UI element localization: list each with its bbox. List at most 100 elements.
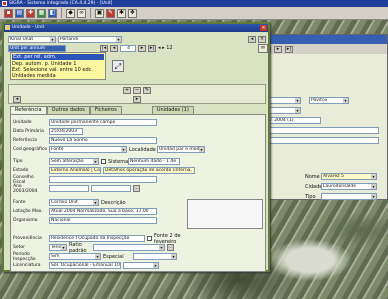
form-row: Unidade Unidade permanente campo <box>11 119 157 126</box>
descricao-textarea[interactable] <box>187 199 263 229</box>
close-icon[interactable]: × <box>260 25 267 31</box>
main-toolbar: ▪ ▤ ✚ ▦ ◧ ◆ ∞ ▣ ✎ ✱ ❖ <box>0 7 388 20</box>
toolbar-tool-icon-2[interactable]: ▤ <box>15 8 24 18</box>
field-label: Cod.geográfico <box>13 147 48 152</box>
estado-detail-field[interactable]: Detalhes operação de acordo (interna, 1 … <box>103 167 195 174</box>
field-label: Ratio padrão <box>69 241 87 254</box>
ano-lookup-button[interactable]: … <box>133 185 140 192</box>
toolbar-tool-icon-4[interactable]: ▦ <box>37 8 46 18</box>
tipo-checkbox[interactable] <box>101 159 106 164</box>
field-label: Data Primária <box>13 129 44 134</box>
nav-next-button[interactable]: ▸ <box>133 96 141 103</box>
window-icon <box>5 25 10 30</box>
periodo-select[interactable]: Sim <box>49 253 101 260</box>
record-count-label: ◂ ▸ 12 <box>158 45 173 51</box>
licenciatura-field[interactable]: Sol. Ocupacional - Emanual 10/88 <box>49 262 121 269</box>
record-close-button[interactable]: × <box>258 35 266 43</box>
field-label: Unidade <box>13 120 32 125</box>
gear-icon[interactable]: ✱ <box>117 8 126 18</box>
field-label: Ano 2003/2004 <box>13 183 38 194</box>
toolbar-tool-icon-3[interactable]: ✚ <box>26 8 35 18</box>
record-label: Unit per annum <box>8 44 66 52</box>
sistema-field[interactable]: Nenhum dado - 1 de <box>128 158 180 165</box>
info-box-header: Ext. per rel. adm. <box>12 54 104 60</box>
record-counter[interactable]: 4 <box>120 44 136 52</box>
toolbar-edit-button[interactable]: ✎ <box>143 87 151 94</box>
top-field-2[interactable]: Porlandi <box>58 35 122 43</box>
prev-record-button[interactable]: ◂ <box>110 44 118 52</box>
background-window-titlebar <box>257 35 387 44</box>
bg-field[interactable] <box>261 127 379 134</box>
toolbar-tool-icon-6[interactable]: ◆ <box>66 8 75 18</box>
next-record-button[interactable]: ▸ <box>274 45 282 53</box>
record-options-button[interactable]: ◂ <box>248 35 256 43</box>
form-row: Referência Nuevo Lã Sonho <box>11 137 157 144</box>
unidade-field[interactable]: Unidade permanente campo <box>49 119 157 126</box>
bg-row: Cidade Laurodonsalde <box>305 183 377 190</box>
cod-geografico-select[interactable]: Fonte <box>49 146 127 153</box>
unit-window[interactable]: Unidade - Unit × Kinal Unat Porlandi ◂ ×… <box>2 22 270 272</box>
tab-outros-dados[interactable]: Outros dados <box>46 106 90 114</box>
field-label: Especial <box>103 253 124 260</box>
binoculars-icon[interactable]: ∞ <box>258 43 268 53</box>
pin-icon[interactable]: ⤢ <box>112 60 124 72</box>
referencia-field[interactable]: Nuevo Lã Sonho <box>49 137 157 144</box>
last-record-button[interactable]: ▸| <box>148 44 156 52</box>
bg-row <box>261 127 379 134</box>
estado-field[interactable]: Externo Anómalo | Conhece <box>49 167 101 174</box>
field-label: Licenciatura <box>13 263 41 268</box>
form-panel: Unidade Unidade permanente campo Data Pr… <box>10 114 266 272</box>
nav-prev-button[interactable]: ◂ <box>13 96 21 103</box>
tab-unidades[interactable]: Unidades (1) <box>151 106 194 114</box>
form-row: Cod.geográfico Fonte Localidade Unidad p… <box>11 146 205 153</box>
bg-field[interactable] <box>321 193 377 200</box>
toolbar-delete-button[interactable]: − <box>133 87 141 94</box>
ano-field-2[interactable] <box>91 185 131 192</box>
binoculars-icon[interactable]: ∞ <box>77 8 86 18</box>
form-row: Setor Tensão Ratio padrão … <box>11 241 174 254</box>
bg-field[interactable]: Pavitov <box>309 97 349 104</box>
proveniencia-checkbox[interactable] <box>147 236 152 241</box>
fonte-select[interactable]: Correio Unit <box>49 199 99 206</box>
bg-row: Pavitov <box>261 97 349 104</box>
form-row: Período Inspecção Sim Especial <box>11 252 177 262</box>
bg-field[interactable]: Alvarez 5 <box>321 173 377 180</box>
licenciatura-select[interactable] <box>123 262 159 269</box>
toolbar-separator <box>90 8 91 18</box>
date-field[interactable]: 25/04/2003 <box>49 128 83 135</box>
unit-window-titlebar: Unidade - Unit × <box>4 24 268 32</box>
form-row: Estado Externo Anómalo | Conhece Detalhe… <box>11 167 195 174</box>
lotacao-field[interactable]: Atual 2004 Normalizado, Sua a base, 17.0… <box>49 208 157 215</box>
especial-select[interactable] <box>133 253 177 260</box>
next-record-button[interactable]: ▸ <box>138 44 146 52</box>
record-toolbar: + − ✎ ◂ ▸ <box>8 84 266 104</box>
organismo-field[interactable]: Nacional <box>49 217 157 224</box>
record-total: 12 <box>166 45 173 51</box>
setor-lookup-button[interactable]: … <box>167 244 174 251</box>
toolbar-new-button[interactable]: + <box>123 87 131 94</box>
toolbar-tool-icon-5[interactable]: ◧ <box>48 8 57 18</box>
first-record-button[interactable]: |◂ <box>100 44 108 52</box>
field-label: Sistema <box>108 158 129 165</box>
background-window[interactable]: |◂ ▸ ▸| Pavitov Nov. 2004 (1) Nome Alvar… <box>256 34 388 200</box>
bg-field[interactable]: Nov. 2004 (1) <box>261 117 321 124</box>
top-field[interactable]: Kinal Unat <box>8 35 56 43</box>
unit-window-title: Unidade - Unit <box>12 25 45 30</box>
bg-field[interactable]: Laurodonsalde <box>321 183 377 190</box>
conselho-field[interactable] <box>49 176 157 183</box>
toolbar-tool-icon-9[interactable]: ❖ <box>128 8 137 18</box>
bg-row: Nov. 2004 (1) <box>261 117 321 124</box>
setor-select[interactable]: Tensão <box>49 244 67 251</box>
bg-field[interactable] <box>261 137 379 144</box>
tab-referencia[interactable]: Referência <box>10 106 47 114</box>
ano-field[interactable] <box>49 185 89 192</box>
last-record-button[interactable]: ▸| <box>285 45 293 53</box>
ratio-select[interactable] <box>93 244 165 251</box>
toolbar-tool-icon-7[interactable]: ▣ <box>95 8 104 18</box>
tab-ficheiros[interactable]: Ficheiros <box>89 106 122 114</box>
tipo-select[interactable]: Sem alteração <box>49 158 99 165</box>
toolbar-tool-icon-1[interactable]: ▪ <box>4 8 13 18</box>
localidade-select[interactable]: Unidad par e modelo <box>157 146 205 153</box>
proveniencia-field[interactable]: Residence I Ocupado da Inspecção <box>49 235 145 242</box>
toolbar-tool-icon-8[interactable]: ✎ <box>106 8 115 18</box>
